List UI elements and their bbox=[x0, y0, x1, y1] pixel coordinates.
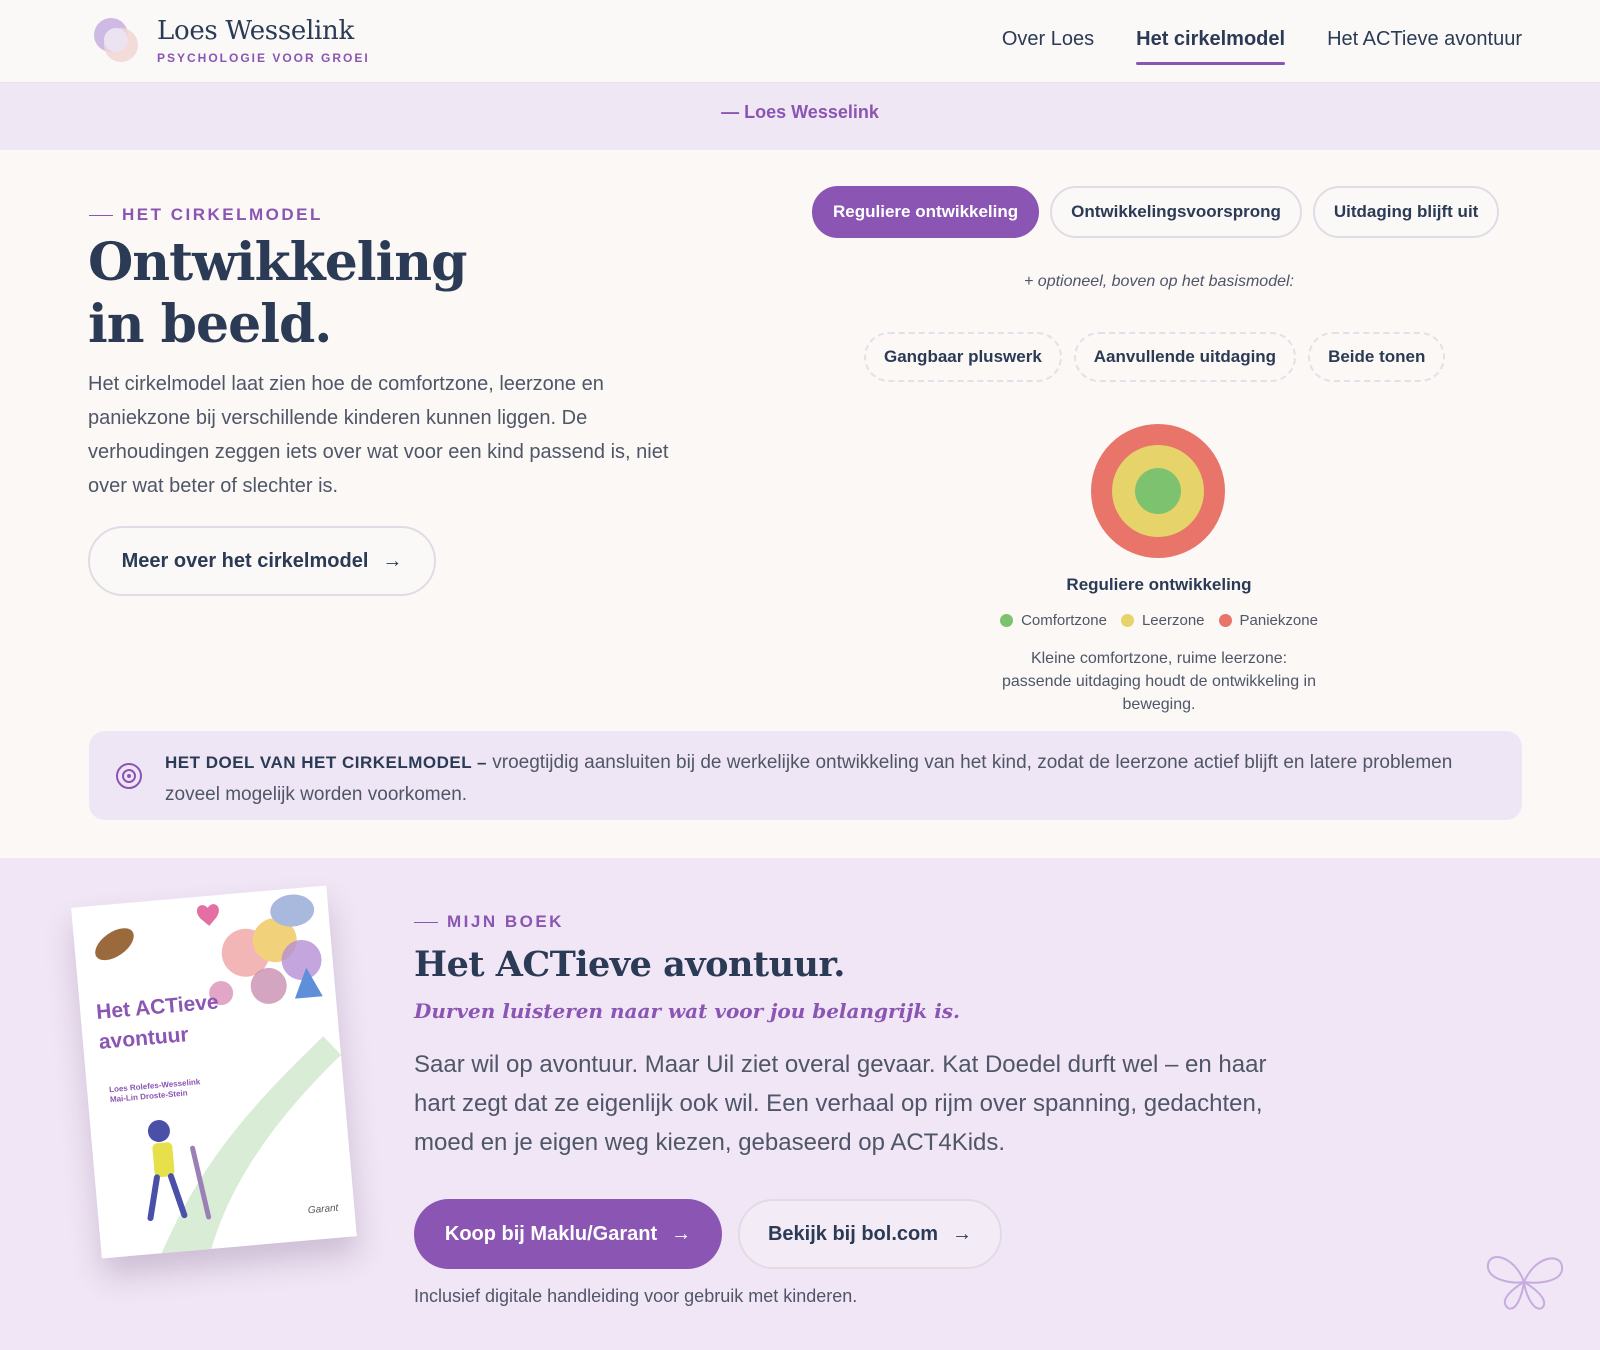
leerzone-dot-icon bbox=[1120, 614, 1134, 627]
book-cover-title: Het ACTieve avontuur bbox=[95, 990, 220, 1054]
arrow-right-icon: → bbox=[952, 1222, 973, 1245]
zone-circle-diagram bbox=[1091, 424, 1225, 558]
legend-comfortzone: Comfortzone bbox=[1000, 612, 1107, 629]
view-bol-button[interactable]: Bekijk bij bol.com → bbox=[738, 1199, 1002, 1269]
arrow-right-icon: → bbox=[382, 549, 403, 572]
optional-toggles: Gangbaar pluswerk Aanvullende uitdaging … bbox=[864, 332, 1446, 382]
cirkelmodel-eyebrow: HET CIRKELMODEL bbox=[89, 205, 323, 225]
option-aanvullende-uitdaging[interactable]: Aanvullende uitdaging bbox=[1073, 332, 1297, 382]
paniekzone-dot-icon bbox=[1218, 614, 1232, 627]
optional-note: + optioneel, boven op het basismodel: bbox=[1024, 273, 1294, 290]
more-cirkelmodel-button[interactable]: Meer over het cirkelmodel → bbox=[88, 526, 436, 596]
book-description: Saar wil op avontuur. Maar Uil ziet over… bbox=[414, 1051, 1267, 1156]
zone-legend: Comfortzone Leerzone Paniekzone bbox=[812, 612, 1506, 629]
comfortzone-core bbox=[1135, 468, 1181, 514]
logo-icon[interactable] bbox=[94, 18, 140, 62]
brand-tagline: PSYCHOLOGIE VOOR GROEI bbox=[157, 51, 370, 65]
book-title: Het ACTieve avontuur. bbox=[414, 944, 845, 985]
butterfly-icon bbox=[1486, 1256, 1564, 1310]
model-tabs: Reguliere ontwikkeling Ontwikkelingsvoor… bbox=[812, 186, 1500, 238]
book-note: Inclusief digitale handleiding voor gebr… bbox=[414, 1286, 858, 1306]
bol-button-label: Bekijk bij bol.com bbox=[767, 1222, 939, 1245]
title-line-1: Ontwikkeling bbox=[88, 232, 467, 293]
book-eyebrow: MIJN BOEK bbox=[414, 912, 564, 932]
goal-callout: HET DOEL VAN HET CIRKELMODEL – vroegtijd… bbox=[89, 731, 1522, 820]
goal-text: HET DOEL VAN HET CIRKELMODEL – vroegtijd… bbox=[165, 747, 1475, 811]
brand-name[interactable]: Loes Wesselink bbox=[157, 16, 354, 46]
diagram-description: Kleine comfortzone, ruime leerzone: pass… bbox=[1001, 650, 1316, 713]
book-cover-image: Het ACTieve avontuur Loes Rolefes-Wesseli… bbox=[71, 885, 357, 1259]
book-illustration bbox=[95, 894, 341, 1254]
tab-uitdaging-blijft-uit[interactable]: Uitdaging blijft uit bbox=[1312, 186, 1500, 238]
cirkelmodel-description: Het cirkelmodel laat zien hoe de comfort… bbox=[88, 373, 669, 497]
legend-leerzone: Leerzone bbox=[1120, 612, 1205, 629]
legend-paniekzone: Paniekzone bbox=[1218, 612, 1318, 629]
book-subtitle: Durven luisteren naar wat voor jou belan… bbox=[414, 999, 961, 1023]
diagram-caption: Reguliere ontwikkeling bbox=[1066, 575, 1252, 594]
arrow-right-icon: → bbox=[671, 1222, 692, 1245]
main-nav: Over Loes Het cirkelmodel Het ACTieve av… bbox=[1002, 28, 1522, 65]
quote-section: — Loes Wesselink bbox=[0, 83, 1600, 150]
title-line-2: in beeld. bbox=[88, 294, 332, 355]
nav-het-actieve-avontuur[interactable]: Het ACTieve avontuur bbox=[1327, 28, 1522, 65]
nav-het-cirkelmodel[interactable]: Het cirkelmodel bbox=[1136, 28, 1285, 65]
option-beide-tonen[interactable]: Beide tonen bbox=[1308, 332, 1446, 382]
comfortzone-dot-icon bbox=[1000, 614, 1014, 627]
nav-over-loes[interactable]: Over Loes bbox=[1002, 28, 1094, 65]
goal-label: HET DOEL VAN HET CIRKELMODEL – bbox=[165, 753, 487, 772]
target-icon bbox=[116, 763, 142, 789]
buy-maklu-garant-button[interactable]: Koop bij Maklu/Garant → bbox=[414, 1199, 722, 1269]
more-cirkelmodel-label: Meer over het cirkelmodel bbox=[121, 549, 369, 572]
tab-ontwikkelingsvoorsprong[interactable]: Ontwikkelingsvoorsprong bbox=[1050, 186, 1302, 238]
option-gangbaar-pluswerk[interactable]: Gangbaar pluswerk bbox=[864, 332, 1062, 382]
tab-reguliere-ontwikkeling[interactable]: Reguliere ontwikkeling bbox=[812, 186, 1040, 238]
site-header: Loes Wesselink PSYCHOLOGIE VOOR GROEI Ov… bbox=[0, 0, 1600, 83]
cirkelmodel-title: Ontwikkeling in beeld. bbox=[88, 232, 467, 356]
buy-button-label: Koop bij Maklu/Garant bbox=[444, 1222, 658, 1245]
quote-author: — Loes Wesselink bbox=[721, 102, 879, 122]
